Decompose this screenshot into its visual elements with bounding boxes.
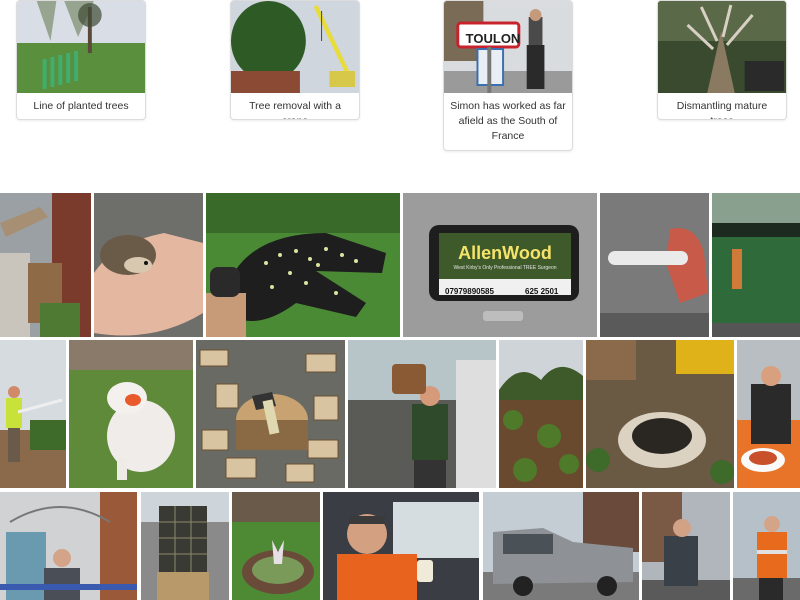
man-in-rain-jacket-photo <box>642 492 730 600</box>
man-under-arch-photo <box>0 492 137 600</box>
cleared-hedge-photo <box>499 340 583 488</box>
green-van-side-photo <box>712 193 800 337</box>
gallery-card-planted-trees[interactable]: Line of planted trees <box>16 0 146 120</box>
gallery-tile[interactable] <box>323 492 479 600</box>
van-sign-brand: AllenWood <box>458 243 552 263</box>
silver-pickup-truck-photo <box>483 492 639 600</box>
garden-ornament-photo <box>232 492 320 600</box>
van-sign-tagline: West Kirby's Only Professional TREE Surg… <box>453 265 557 271</box>
man-carrying-log-photo <box>348 340 496 488</box>
gallery-card-dismantling[interactable]: Dismantling mature trees <box>657 0 787 120</box>
planted-trees-photo <box>17 1 145 93</box>
gallery-tile[interactable] <box>0 340 66 488</box>
gallery-tile[interactable] <box>94 193 203 337</box>
stump-ground-out-photo <box>586 340 734 488</box>
van-sign-phone: 625 2501 <box>525 287 559 296</box>
card-caption: Line of planted trees <box>33 100 129 112</box>
man-in-van-with-cup-photo <box>323 492 479 600</box>
gallery-tile[interactable] <box>642 492 730 600</box>
gallery-card-toulon[interactable]: TOULON Simon has worked as far afield as… <box>443 0 573 151</box>
gallery-tile[interactable]: AllenWood West Kirby's Only Professional… <box>403 193 597 337</box>
gallery-tile[interactable] <box>712 193 800 337</box>
white-dog-with-toy-photo <box>69 340 193 488</box>
card-caption: Dismantling mature trees <box>676 100 768 119</box>
man-with-spaghetti-plate-photo <box>737 340 800 488</box>
gallery-tile[interactable] <box>737 340 800 488</box>
gallery-tile[interactable] <box>0 193 91 337</box>
gallery-tile[interactable] <box>69 340 193 488</box>
gallery-tile[interactable] <box>141 492 229 600</box>
mesh-bin-on-wood-photo <box>141 492 229 600</box>
hand-holding-core-photo <box>600 193 709 337</box>
gallery-tile[interactable] <box>232 492 320 600</box>
gallery-tile[interactable] <box>733 492 800 600</box>
gallery-card-crane[interactable]: Tree removal with a crane <box>230 0 360 120</box>
gallery-tile[interactable] <box>600 193 709 337</box>
seed-covered-glove-photo <box>206 193 400 337</box>
gallery-tile[interactable] <box>348 340 496 488</box>
hedgehog-in-hand-photo <box>94 193 203 337</box>
gallery-tile[interactable] <box>196 340 345 488</box>
split-logs-and-axe-photo <box>196 340 345 488</box>
toulon-sign-photo <box>444 1 572 93</box>
man-in-hi-vis-photo <box>733 492 800 600</box>
gallery-tile[interactable] <box>586 340 734 488</box>
worker-with-pole-photo <box>0 340 66 488</box>
gallery-tile[interactable] <box>206 193 400 337</box>
crane-photo <box>231 1 359 93</box>
gallery-tile[interactable] <box>483 492 639 600</box>
card-caption: Simon has worked as far afield as the So… <box>450 100 566 142</box>
card-caption: Tree removal with a crane <box>249 100 341 119</box>
gallery-tile[interactable] <box>499 340 583 488</box>
van-sign-phone: 07979890585 <box>445 287 494 296</box>
fallen-fence-and-shed-photo <box>0 193 91 337</box>
mature-tree-dismantling-photo <box>658 1 786 93</box>
sign-text: TOULON <box>465 31 521 46</box>
gallery-tile[interactable] <box>0 492 137 600</box>
